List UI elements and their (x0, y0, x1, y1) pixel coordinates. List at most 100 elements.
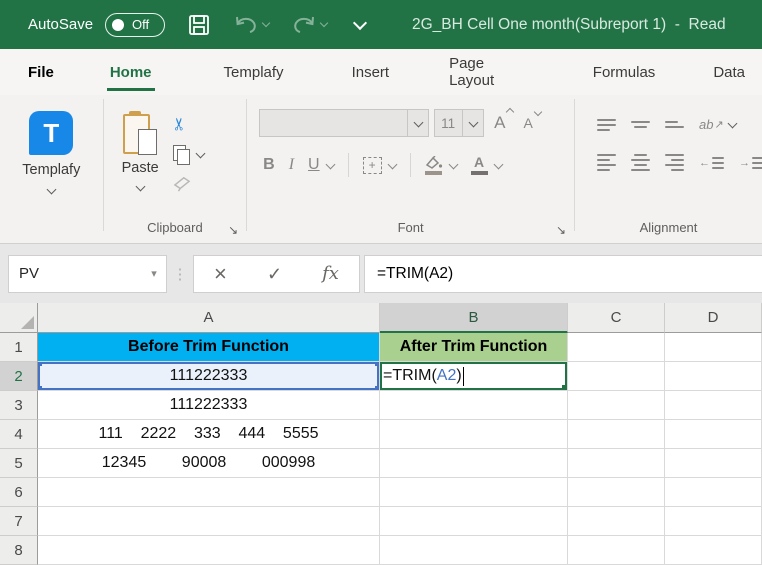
cell-d1[interactable] (665, 333, 762, 362)
format-painter-button[interactable] (173, 169, 204, 199)
tab-data[interactable]: Data (696, 49, 762, 95)
cell-c4[interactable] (568, 420, 665, 449)
cell-c7[interactable] (568, 507, 665, 536)
cell-a1[interactable]: Before Trim Function (38, 333, 380, 362)
cell-a2[interactable]: 111222333 (38, 362, 380, 391)
column-header-a[interactable]: A (38, 303, 380, 333)
align-right-button[interactable] (665, 154, 684, 171)
underline-button[interactable]: U (308, 156, 334, 174)
row-header-4[interactable]: 4 (0, 420, 38, 449)
cell-a5[interactable]: 12345 90008 000998 (38, 449, 380, 478)
cell-a8[interactable] (38, 536, 380, 565)
templafy-label: Templafy (22, 162, 80, 178)
column-header-b[interactable]: B (380, 303, 568, 333)
font-dialog-launcher[interactable]: ↘ (556, 223, 566, 237)
cell-c2[interactable] (568, 362, 665, 391)
tab-templafy[interactable]: Templafy (207, 49, 301, 95)
cell-b3[interactable] (380, 391, 568, 420)
cell-d8[interactable] (665, 536, 762, 565)
shrink-font-button[interactable]: A (523, 113, 532, 133)
cell-b5[interactable] (380, 449, 568, 478)
cell-d7[interactable] (665, 507, 762, 536)
align-left-button[interactable] (597, 154, 616, 171)
formula-bar-resizer[interactable]: ⋮ (167, 265, 193, 283)
save-button[interactable] (187, 13, 211, 37)
copy-button[interactable] (173, 139, 204, 169)
align-bottom-button[interactable] (665, 121, 684, 128)
cell-d3[interactable] (665, 391, 762, 420)
cell-a7[interactable] (38, 507, 380, 536)
cell-a4[interactable]: 111 2222 333 444 5555 (38, 420, 380, 449)
cell-b2[interactable]: =TRIM(A2) (380, 362, 568, 391)
cell-c8[interactable] (568, 536, 665, 565)
autosave-toggle[interactable]: Off (105, 13, 165, 37)
row-header-2[interactable]: 2 (0, 362, 38, 391)
tab-formulas[interactable]: Formulas (576, 49, 673, 95)
align-center-icon (631, 154, 650, 171)
templafy-button[interactable]: T Templafy (22, 95, 80, 193)
row-header-8[interactable]: 8 (0, 536, 38, 565)
font-color-button[interactable]: A (471, 155, 502, 175)
font-name-combobox[interactable] (259, 109, 429, 137)
cancel-button[interactable]: × (214, 263, 227, 285)
cut-button[interactable]: ✂ (173, 109, 204, 139)
align-middle-button[interactable] (631, 121, 650, 128)
align-top-button[interactable] (597, 119, 616, 131)
increase-indent-button[interactable]: → (739, 157, 762, 169)
row-header-1[interactable]: 1 (0, 333, 38, 362)
column-header-d[interactable]: D (665, 303, 762, 333)
orientation-button[interactable]: ab ↗ (699, 117, 736, 132)
row-header-3[interactable]: 3 (0, 391, 38, 420)
cell-d6[interactable] (665, 478, 762, 507)
cell-d2[interactable] (665, 362, 762, 391)
cell-d4[interactable] (665, 420, 762, 449)
paste-button[interactable]: Paste (122, 111, 159, 190)
cell-b6[interactable] (380, 478, 568, 507)
paintbrush-icon (173, 176, 191, 192)
font-size-combobox[interactable]: 11 (434, 109, 484, 137)
name-box[interactable]: PV ▾ (8, 255, 167, 293)
excel-window: AutoSave Off (0, 0, 762, 565)
tab-home[interactable]: Home (93, 49, 169, 95)
quick-access-toolbar-button[interactable] (355, 21, 365, 28)
grow-font-button[interactable]: A (494, 113, 505, 133)
decrease-indent-button[interactable]: ← (699, 157, 724, 169)
cell-b7[interactable] (380, 507, 568, 536)
chevron-down-icon (195, 148, 205, 158)
italic-button[interactable]: I (289, 156, 294, 174)
cell-c1[interactable] (568, 333, 665, 362)
redo-icon (291, 14, 317, 36)
cell-a6[interactable] (38, 478, 380, 507)
undo-button[interactable] (233, 14, 269, 36)
row-header-6[interactable]: 6 (0, 478, 38, 507)
borders-button[interactable]: + (363, 157, 396, 174)
cell-b4[interactable] (380, 420, 568, 449)
name-box-dropdown[interactable]: ▾ (142, 267, 166, 280)
row-header-5[interactable]: 5 (0, 449, 38, 478)
borders-icon: + (363, 157, 382, 174)
tab-file[interactable]: File (11, 49, 71, 95)
redo-button[interactable] (291, 14, 327, 36)
tab-page-layout[interactable]: Page Layout (432, 49, 548, 95)
select-all-corner[interactable] (0, 303, 38, 333)
enter-button[interactable]: ✓ (267, 265, 282, 283)
bold-button[interactable]: B (263, 156, 275, 174)
cell-c5[interactable] (568, 449, 665, 478)
cell-a3[interactable]: 111222333 (38, 391, 380, 420)
cell-c3[interactable] (568, 391, 665, 420)
clipboard-group-label: Clipboard (104, 220, 247, 235)
tab-insert[interactable]: Insert (335, 49, 407, 95)
row-header-7[interactable]: 7 (0, 507, 38, 536)
formula-input[interactable]: =TRIM(A2) (364, 255, 762, 293)
cell-b1[interactable]: After Trim Function (380, 333, 568, 362)
align-center-button[interactable] (631, 154, 650, 171)
cell-c6[interactable] (568, 478, 665, 507)
fill-color-button[interactable] (425, 156, 457, 175)
name-box-value: PV (9, 265, 142, 282)
cell-b8[interactable] (380, 536, 568, 565)
insert-function-button[interactable]: fx (322, 265, 339, 283)
clipboard-dialog-launcher[interactable]: ↘ (228, 223, 238, 237)
cell-d5[interactable] (665, 449, 762, 478)
column-header-c[interactable]: C (568, 303, 665, 333)
copy-icon (173, 145, 189, 163)
